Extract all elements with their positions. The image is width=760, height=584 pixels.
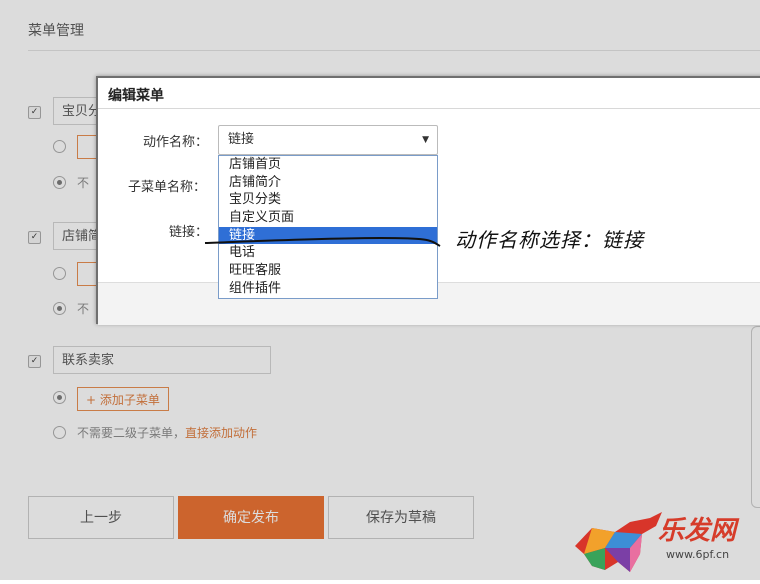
bull-logo-icon <box>575 512 662 572</box>
annotation-underline <box>204 236 441 247</box>
site-watermark: 乐发网 www.6pf.cn <box>570 508 760 580</box>
watermark-brand: 乐发网 <box>658 516 737 546</box>
watermark-url: www.6pf.cn <box>666 548 730 561</box>
annotation-text: 动作名称选择：链接 <box>455 228 644 252</box>
